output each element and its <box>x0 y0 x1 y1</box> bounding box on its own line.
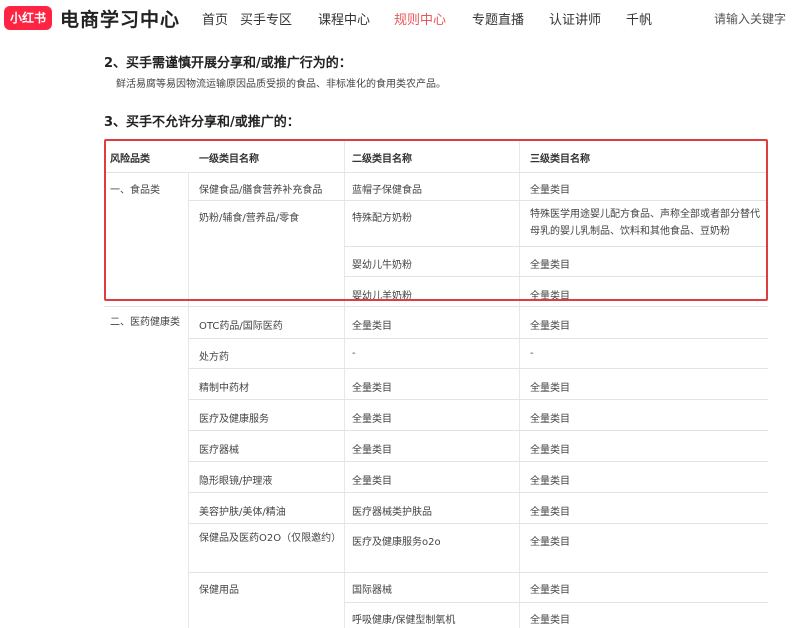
section-3-title: 3、买手不允许分享和/或推广的： <box>104 115 300 130</box>
table-cell: 美容护肤/美体/精油 <box>199 507 286 518</box>
row-divider <box>104 306 768 307</box>
row-divider <box>188 338 768 339</box>
table-cell: 全量类目 <box>352 321 392 332</box>
table-cell: 全量类目 <box>352 476 392 487</box>
table-cell: - <box>530 348 534 359</box>
table-cell: 精制中药材 <box>199 383 249 394</box>
table-cell: 全量类目 <box>530 445 570 456</box>
table-cell: 隐形眼镜/护理液 <box>199 476 273 487</box>
table-cell: 全量类目 <box>530 585 570 596</box>
table-cell: 医疗器械类护肤品 <box>352 507 432 518</box>
table-cell: - <box>352 348 356 359</box>
table-cell: 国际器械 <box>352 585 392 596</box>
table-cell: 全量类目 <box>530 507 570 518</box>
table-cell: 全量类目 <box>530 476 570 487</box>
nav-item-course-center[interactable]: 课程中心 <box>318 9 370 28</box>
risk-category-medical: 二、医药健康类 <box>110 317 180 328</box>
table-cell: 保健用品 <box>199 585 239 596</box>
row-divider <box>188 399 768 400</box>
table-cell: 全量类目 <box>352 383 392 394</box>
nav-item-buyer-zone[interactable]: 买手专区 <box>240 9 292 28</box>
table-cell: 处方药 <box>199 352 229 363</box>
table-cell: 医疗及健康服务 <box>199 414 269 425</box>
table-cell: 呼吸健康/保健型制氧机 <box>352 615 456 626</box>
table-cell: 医疗器械 <box>199 445 239 456</box>
row-divider <box>188 461 768 462</box>
table-cell: 全量类目 <box>530 414 570 425</box>
highlight-box <box>104 139 768 301</box>
table-cell: 全量类目 <box>530 615 570 626</box>
section-2-title: 2、买手需谨慎开展分享和/或推广行为的： <box>104 56 352 71</box>
table-cell: 医疗及健康服务o2o <box>352 537 441 548</box>
nav-item-rules-center[interactable]: 规则中心 <box>394 9 446 28</box>
table-cell: OTC药品/国际医药 <box>199 321 283 332</box>
table-cell: 全量类目 <box>352 445 392 456</box>
row-divider <box>188 523 768 524</box>
row-divider <box>188 492 768 493</box>
table-cell: 全量类目 <box>530 537 570 548</box>
row-divider <box>188 430 768 431</box>
search-input[interactable]: 请输入关键字 <box>714 10 786 27</box>
nav-item-home[interactable]: 首页 <box>202 9 228 28</box>
section-2-text: 鲜活易腐等易因物流运输原因品质受损的食品、非标准化的食用类农产品。 <box>116 79 446 90</box>
nav-item-certified-lecturers[interactable]: 认证讲师 <box>549 9 601 28</box>
table-cell: 保健品及医药O2O（仅限邀约） <box>199 533 342 544</box>
row-divider <box>188 572 768 573</box>
top-nav: 小红书 电商学习中心 首页 买手专区 课程中心 规则中心 专题直播 认证讲师 千… <box>0 0 800 36</box>
nav-item-qianfan[interactable]: 千帆 <box>626 9 652 28</box>
row-divider <box>188 368 768 369</box>
nav-item-live-topics[interactable]: 专题直播 <box>472 9 524 28</box>
brand-title[interactable]: 电商学习中心 <box>60 5 180 32</box>
table-cell: 全量类目 <box>530 321 570 332</box>
table-cell: 全量类目 <box>352 414 392 425</box>
xiaohongshu-logo[interactable]: 小红书 <box>4 6 52 30</box>
row-divider <box>344 602 768 603</box>
table-cell: 全量类目 <box>530 383 570 394</box>
